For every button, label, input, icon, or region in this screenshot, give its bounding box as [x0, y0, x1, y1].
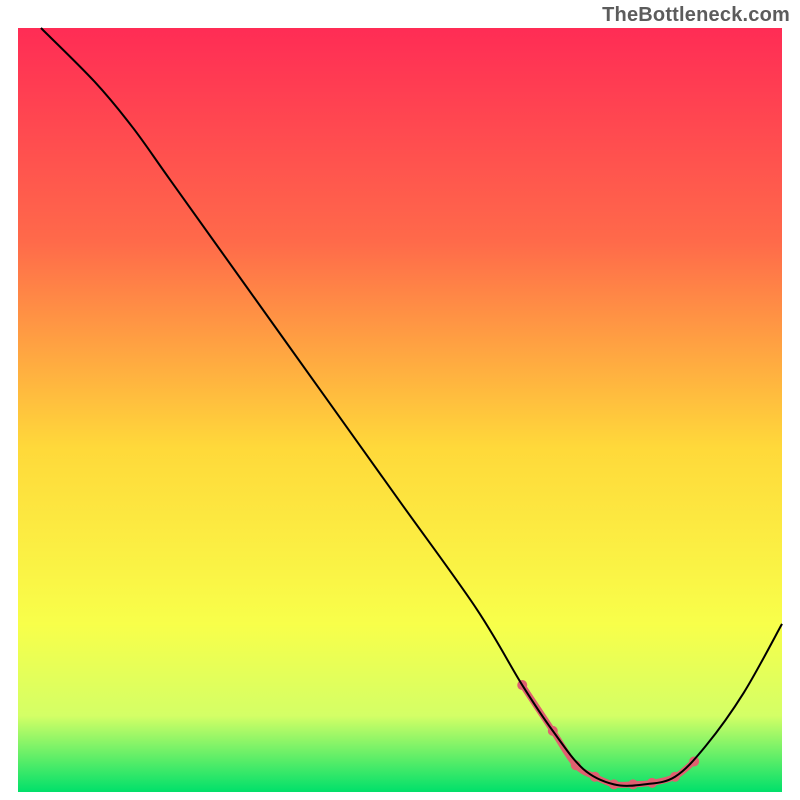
bottleneck-chart: TheBottleneck.com [0, 0, 800, 800]
plot-svg [0, 0, 800, 800]
highlight-dot [689, 756, 699, 766]
plot-background [18, 28, 782, 792]
watermark-text: TheBottleneck.com [602, 4, 790, 27]
